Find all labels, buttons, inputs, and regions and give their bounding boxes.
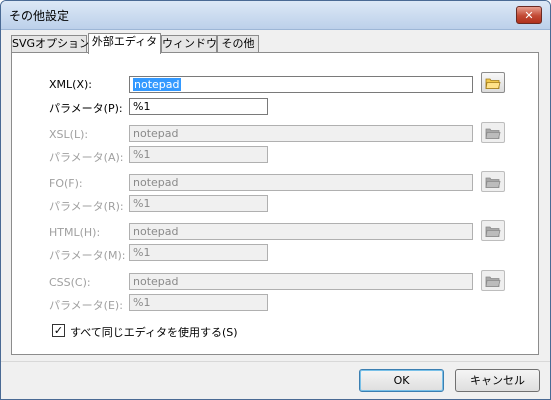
css-param-label: パラメータ(E): [49,299,123,312]
settings-dialog: その他設定 ✕ SVGオプション 外部エディタ ウィンドウ その他 XML(X)… [0,0,551,400]
fo-editor-input[interactable]: notepad [129,174,473,191]
ok-button[interactable]: OK [359,369,444,392]
xsl-param-label: パラメータ(A): [49,151,124,164]
xml-editor-input[interactable]: notepad [129,76,473,93]
html-browse-button[interactable] [481,220,505,241]
folder-icon [485,78,501,89]
css-param-input[interactable]: %1 [129,294,268,311]
folder-icon [485,276,501,287]
folder-icon [485,177,501,188]
tab-window[interactable]: ウィンドウ [161,35,217,52]
same-editor-checkbox[interactable]: ✓ [52,324,65,337]
css-browse-button[interactable] [481,270,505,291]
xml-param-input[interactable]: %1 [129,98,268,115]
css-label: CSS(C): [49,276,91,289]
xsl-browse-button[interactable] [481,122,505,143]
close-icon: ✕ [524,8,534,22]
html-editor-input[interactable]: notepad [129,223,473,240]
title-bar: その他設定 ✕ [1,1,550,30]
xml-param-label: パラメータ(P): [49,102,123,115]
fo-param-input[interactable]: %1 [129,195,268,212]
xsl-label: XSL(L): [49,128,89,141]
fo-label: FO(F): [49,177,83,190]
tab-external-editor[interactable]: 外部エディタ [88,33,161,54]
css-editor-input[interactable]: notepad [129,273,473,290]
fo-param-label: パラメータ(R): [49,200,124,213]
folder-icon [485,128,501,139]
xml-browse-button[interactable] [481,72,505,93]
same-editor-label[interactable]: すべて同じエディタを使用する(S) [70,324,238,340]
close-button[interactable]: ✕ [516,6,542,24]
html-param-input[interactable]: %1 [129,244,268,261]
xsl-editor-input[interactable]: notepad [129,125,473,142]
tab-svg-options[interactable]: SVGオプション [11,35,90,52]
divider [1,361,550,362]
fo-browse-button[interactable] [481,171,505,192]
xml-editor-value: notepad [133,78,181,91]
html-label: HTML(H): [49,226,101,239]
xsl-param-input[interactable]: %1 [129,146,268,163]
xml-label: XML(X): [49,78,92,91]
window-title: その他設定 [9,9,70,23]
html-param-label: パラメータ(M): [49,249,126,262]
cancel-button[interactable]: キャンセル [455,369,540,392]
tab-other[interactable]: その他 [217,35,259,52]
folder-icon [485,226,501,237]
